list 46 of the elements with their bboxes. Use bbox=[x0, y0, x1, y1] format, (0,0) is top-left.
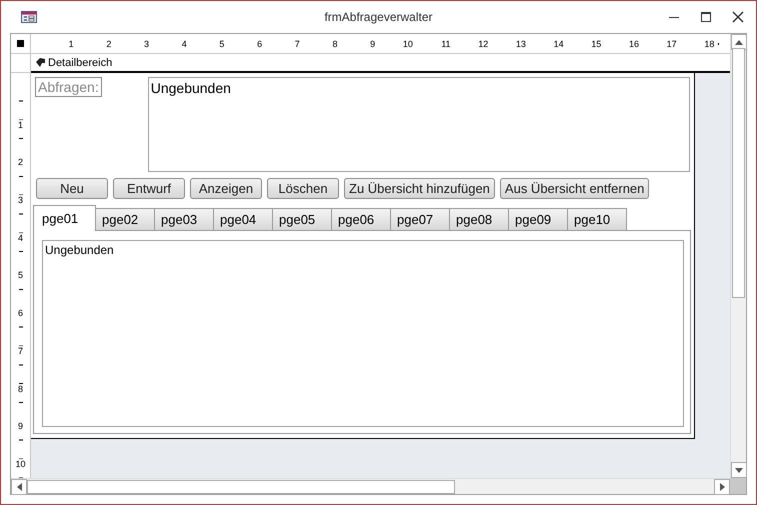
command-button[interactable]: Aus Übersicht entfernen bbox=[500, 178, 650, 199]
tab[interactable]: pge02 bbox=[95, 208, 155, 231]
ruler-number: 6 bbox=[18, 308, 23, 320]
scroll-left-button[interactable] bbox=[11, 478, 27, 494]
ruler-number: 10 bbox=[15, 458, 26, 470]
window-title: frmAbfrageverwalter bbox=[323, 10, 434, 24]
tab[interactable]: pge09 bbox=[508, 208, 568, 231]
ruler-number: 4 bbox=[18, 232, 23, 244]
command-button[interactable]: Entwurf bbox=[113, 178, 185, 199]
form-icon bbox=[21, 11, 37, 23]
scroll-right-button[interactable] bbox=[714, 478, 730, 494]
text-field[interactable]: Ungebunden bbox=[148, 77, 690, 172]
scrollbar-corner bbox=[730, 478, 746, 494]
section-marker-icon bbox=[36, 58, 45, 67]
scroll-up-button[interactable] bbox=[731, 34, 747, 50]
section-header[interactable]: Detailbereich bbox=[31, 54, 730, 73]
close-icon bbox=[732, 11, 744, 23]
caret-right-icon bbox=[720, 482, 724, 490]
tab[interactable]: pge07 bbox=[390, 208, 450, 231]
scroll-down-button[interactable] bbox=[731, 462, 747, 478]
caret-left-icon bbox=[16, 482, 22, 490]
tab[interactable]: pge10 bbox=[567, 208, 627, 231]
tab[interactable]: pge08 bbox=[449, 208, 509, 231]
maximize-icon bbox=[700, 11, 712, 23]
tab[interactable]: pge01 bbox=[33, 205, 96, 231]
ruler-number: 9 bbox=[18, 421, 23, 432]
command-button[interactable]: Löschen bbox=[267, 178, 339, 199]
scrollbar-thumb[interactable] bbox=[27, 480, 455, 494]
scrollbar-thumb[interactable] bbox=[732, 48, 745, 298]
command-button[interactable]: Anzeigen bbox=[190, 178, 262, 199]
ruler-number: 1 bbox=[18, 120, 23, 131]
tab[interactable]: pge04 bbox=[213, 208, 273, 231]
tab[interactable]: pge05 bbox=[272, 208, 332, 231]
tab[interactable]: pge03 bbox=[154, 208, 214, 231]
caret-up-icon bbox=[735, 40, 743, 44]
command-button[interactable]: Zu Übersicht hinzufügen bbox=[344, 178, 495, 199]
command-button[interactable]: Neu bbox=[36, 178, 108, 199]
ruler-number: 5 bbox=[18, 270, 23, 282]
caret-down-icon bbox=[735, 468, 743, 472]
ruler-number: 3 bbox=[18, 195, 23, 206]
ruler-number: 8 bbox=[18, 384, 23, 394]
subform-field[interactable]: Ungebunden bbox=[42, 240, 684, 427]
ruler-number: 7 bbox=[18, 346, 23, 357]
field-label: Abfragen: bbox=[35, 77, 102, 97]
tab[interactable]: pge06 bbox=[331, 208, 391, 231]
section-title: Detailbereich bbox=[48, 56, 112, 68]
